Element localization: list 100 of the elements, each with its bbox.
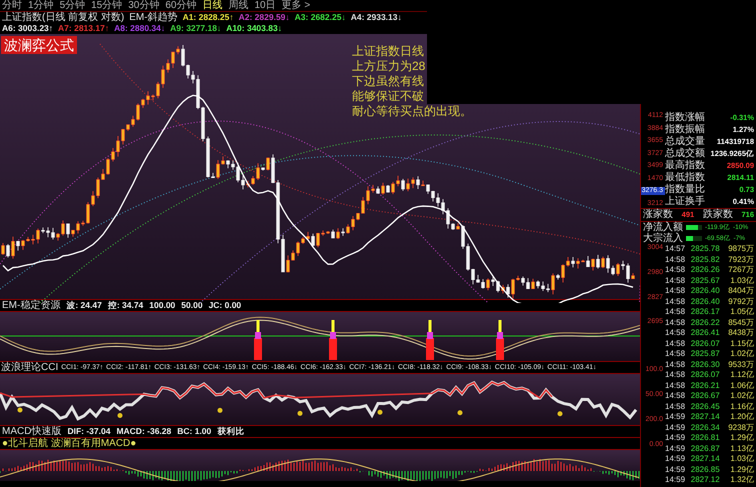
stat-label: 总成交量 [665, 136, 705, 148]
indicator-title: EM-稳定资源 [2, 300, 60, 310]
tick-volume: 9875万 [727, 244, 754, 254]
legend-value: A2: 2829.59↓ [238, 12, 290, 23]
period-tab[interactable]: 分时 [2, 0, 22, 11]
tick-volume: 1.20亿 [729, 412, 754, 422]
tick-time: 14:58 [665, 391, 686, 402]
flow-label: 大宗流入 [643, 232, 683, 244]
stat-label: 指数涨幅 [665, 112, 705, 124]
legend-value: A6: 3003.23↑ [2, 23, 54, 34]
tick-time: 14:58 [665, 349, 686, 360]
legend-value: A4: 2933.13↓ [350, 12, 402, 23]
tick-time: 14:59 [665, 422, 686, 433]
period-tab[interactable]: 10日 [254, 0, 276, 11]
signal-label: ●北斗启航 波澜百有用MACD● [2, 438, 136, 448]
tick-volume: 1.16亿 [729, 402, 754, 412]
period-tab[interactable]: 5分钟 [60, 0, 86, 11]
annotation-text: 下边虽然有线 [352, 74, 425, 89]
tick-price: 2826.40 [690, 286, 721, 296]
period-tab[interactable]: 60分钟 [165, 0, 196, 11]
tick-time: 14:59 [665, 454, 686, 464]
legend-value: A9: 3277.18↓ [170, 23, 222, 34]
tick-volume: 1.03亿 [729, 454, 754, 464]
tick-volume: 9533万 [727, 360, 754, 370]
tick-price: 2826.17 [690, 307, 721, 318]
tick-price: 2826.21 [690, 380, 721, 391]
tick-time: 14:58 [665, 286, 686, 296]
tick-price: 2826.67 [690, 391, 721, 402]
tick-price: 2826.34 [690, 422, 721, 433]
annotation-text: 上证指数日线 [352, 44, 425, 59]
tick-volume: 1.02亿 [729, 349, 754, 360]
annotation-text: 上方压力为28 [352, 59, 426, 74]
formula-badge: 波澜弈公式 [1, 36, 77, 54]
indicator-value: MACD: -36.28 [116, 426, 172, 437]
tick-price: 2827.14 [690, 412, 721, 422]
tick-time: 14:58 [665, 318, 686, 328]
indicator-title: 波浪理论CCI [1, 362, 58, 372]
tick-price: 2826.81 [690, 433, 721, 444]
tick-time: 14:57 [665, 244, 686, 254]
period-tab[interactable]: 周线 [228, 0, 248, 11]
indicator-value: 100.00 [149, 300, 176, 311]
tick-volume: 1.29亿 [729, 433, 754, 444]
tick-price: 2826.07 [690, 370, 721, 380]
stat-label: 最低指数 [665, 172, 705, 184]
tick-time: 14:58 [665, 265, 686, 276]
indicator-value: 获利比 [217, 426, 244, 437]
tick-time: 14:58 [665, 338, 686, 349]
tick-volume: 1.05亿 [729, 307, 754, 318]
legend-value: A8: 2880.34↓ [114, 23, 166, 34]
tick-time: 14:58 [665, 360, 686, 370]
stat-label: 最高指数 [665, 160, 705, 172]
tick-price: 2825.82 [690, 254, 721, 265]
tick-time: 14:59 [665, 444, 686, 454]
indicator-value: BC: 1.00 [177, 426, 212, 437]
tick-price: 2826.40 [690, 296, 721, 307]
tick-time: 14:58 [665, 370, 686, 380]
period-tab[interactable]: 日线 [202, 0, 222, 11]
tick-price: 2825.67 [690, 276, 721, 286]
period-tab[interactable]: 更多 > [282, 0, 310, 11]
tick-volume: 8438万 [727, 328, 754, 338]
indicator-value: 波: 24.47 [66, 300, 102, 311]
stat-label: 指数量比 [665, 184, 705, 196]
tick-volume: 7267万 [727, 265, 754, 276]
stat-label: 跌家数 [702, 209, 733, 221]
tick-time: 14:58 [665, 254, 686, 265]
tick-price: 2826.45 [690, 402, 721, 412]
tick-time: 14:59 [665, 464, 686, 475]
tick-volume: 1.06亿 [729, 380, 754, 391]
stat-label: 指数振幅 [665, 124, 705, 136]
tick-volume: 9238万 [727, 422, 754, 433]
tick-volume: 1.13亿 [729, 444, 754, 454]
annotation-text: 耐心等待买点的出现。 [352, 104, 472, 119]
tick-volume: 1.02亿 [729, 391, 754, 402]
stat-label: 总成交额 [665, 148, 705, 160]
tick-price: 2826.41 [690, 328, 721, 338]
tick-time: 14:59 [665, 412, 686, 422]
tick-price: 2827.14 [690, 454, 721, 464]
tick-time: 14:58 [665, 402, 686, 412]
tick-volume: 8545万 [727, 318, 754, 328]
tick-price: 2826.30 [690, 360, 721, 370]
indicator-value: DIF: -37.04 [67, 426, 110, 437]
tick-time: 14:59 [665, 433, 686, 444]
tick-price: 2827.12 [690, 475, 721, 486]
tick-volume: 1.03亿 [729, 276, 754, 286]
tick-time: 14:58 [665, 307, 686, 318]
legend-value: A1: 2828.25↑ [182, 12, 234, 23]
period-tab[interactable]: 30分钟 [128, 0, 160, 11]
period-tab[interactable]: 1分钟 [28, 0, 54, 11]
tick-time: 14:58 [665, 276, 686, 286]
chart-title: 上证指数(日线 前复权 对数) [2, 12, 124, 23]
indicator-value: 控: 34.74 [108, 300, 144, 311]
flow-label: 净流入额 [643, 222, 683, 232]
stat-label: 涨家数 [643, 209, 673, 221]
tick-price: 2826.85 [690, 464, 721, 475]
tick-volume: 1.15亿 [729, 338, 754, 349]
tick-volume: 9792万 [727, 296, 754, 307]
period-tab[interactable]: 15分钟 [91, 0, 122, 11]
tick-volume: 1.32亿 [729, 475, 754, 486]
tick-volume: 8404万 [727, 286, 754, 296]
tick-volume: 7923万 [727, 254, 754, 265]
